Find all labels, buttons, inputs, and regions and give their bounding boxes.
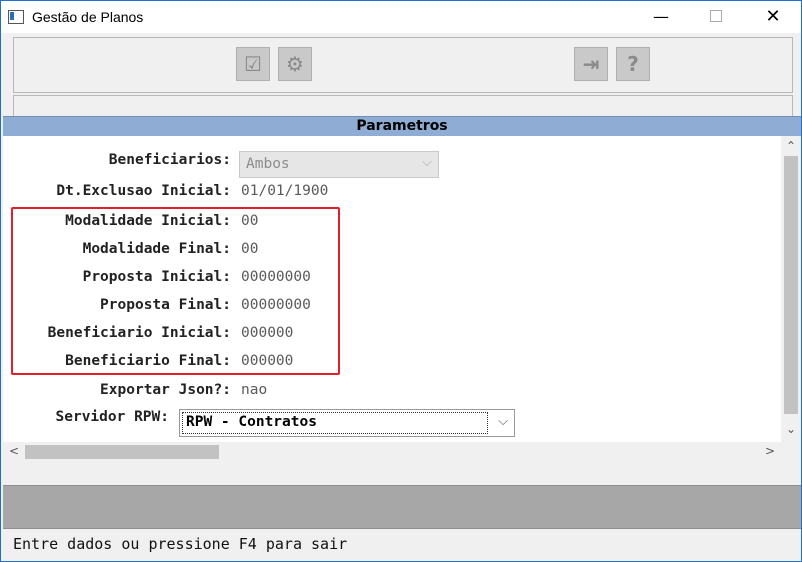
maximize-button[interactable] [693, 1, 739, 33]
grid-gear-icon[interactable]: ⚙ [278, 47, 312, 81]
scroll-right-icon[interactable]: > [765, 444, 775, 458]
vertical-scroll-thumb[interactable] [784, 156, 798, 414]
beneficiarios-select[interactable]: Ambos ⌵ [239, 151, 439, 178]
horizontal-scroll-thumb[interactable] [25, 445, 219, 459]
help-icon[interactable]: ? [616, 47, 650, 81]
servidor-rpw-label: Servidor RPW: [55, 409, 170, 425]
exit-door-icon[interactable]: ⇥ [574, 47, 608, 81]
beneficiarios-label: Beneficiarios: [108, 152, 231, 168]
exportar-json-field[interactable]: nao [241, 382, 267, 398]
title-bar: Gestão de Planos — ✕ [1, 1, 801, 33]
toolbar-sub-bar [13, 95, 793, 118]
grey-separator-bar [3, 485, 801, 529]
window-title: Gestão de Planos [32, 9, 144, 25]
panel-header: Parametros [3, 116, 801, 137]
status-message: Entre dados ou pressione F4 para sair [13, 535, 348, 553]
chevron-down-icon: ⌵ [498, 414, 508, 429]
checklist-icon[interactable]: ☑ [236, 47, 270, 81]
app-window: Gestão de Planos — ✕ ☑ ⚙ ⇥ ? Parametros … [0, 0, 802, 562]
scroll-down-icon[interactable]: ⌄ [781, 422, 801, 436]
app-icon [8, 10, 24, 24]
toolbar: ☑ ⚙ ⇥ ? [13, 37, 793, 93]
beneficiarios-value: Ambos [246, 156, 290, 172]
scroll-up-icon[interactable]: ⌃ [781, 139, 801, 153]
exportar-json-label: Exportar Json?: [100, 382, 231, 398]
servidor-rpw-select[interactable]: RPW - Contratos ⌵ [179, 409, 515, 437]
vertical-scrollbar[interactable]: ⌃ ⌄ [781, 136, 801, 442]
maximize-icon [710, 10, 722, 22]
status-bar: Entre dados ou pressione F4 para sair [3, 529, 801, 559]
panel-title: Parametros [356, 118, 448, 134]
scroll-left-icon[interactable]: < [9, 444, 19, 458]
dt-exclusao-label: Dt.Exclusao Inicial: [56, 183, 231, 199]
highlight-box [11, 207, 340, 375]
servidor-rpw-value: RPW - Contratos [186, 414, 317, 430]
close-button[interactable]: ✕ [750, 1, 796, 33]
minimize-button[interactable]: — [638, 1, 684, 33]
horizontal-scrollbar[interactable]: < > [3, 442, 801, 462]
dt-exclusao-field[interactable]: 01/01/1900 [241, 183, 328, 199]
chevron-down-icon: ⌵ [422, 155, 432, 170]
